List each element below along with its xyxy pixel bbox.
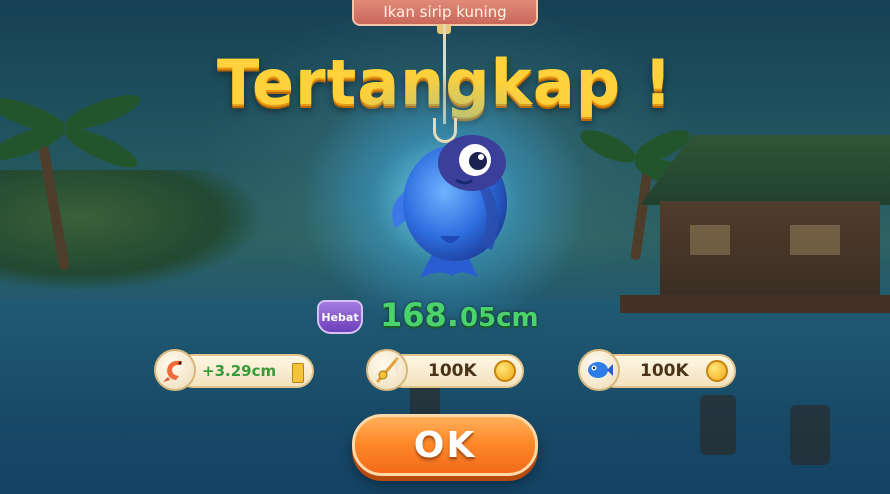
ok-button[interactable]: OK (352, 414, 538, 476)
fish-length: 168. 05cm (380, 296, 539, 336)
rod-reward-value: 100K (428, 361, 477, 381)
fish-length-decimal: 05cm (459, 303, 539, 333)
bait-reward-pill: +3.29cm (176, 354, 314, 388)
ruler-icon (292, 363, 304, 383)
coin-icon (494, 360, 516, 382)
caught-fish-icon (392, 135, 507, 278)
rarity-badge-label: Hebat (321, 310, 359, 324)
fish-name-plate: Ikan sirip kuning (352, 0, 538, 26)
shrimp-icon (154, 349, 196, 391)
fish-reward-value: 100K (640, 361, 689, 381)
coin-icon (706, 360, 728, 382)
rarity-badge: Hebat (317, 300, 363, 334)
bait-reward-value: +3.29cm (202, 362, 277, 380)
fish-name: Ikan sirip kuning (383, 3, 507, 21)
ok-button-label: OK (413, 424, 477, 466)
fish-length-integer: 168. (380, 296, 459, 334)
blue-fish-icon (578, 349, 620, 391)
fishing-rod-icon (366, 349, 408, 391)
